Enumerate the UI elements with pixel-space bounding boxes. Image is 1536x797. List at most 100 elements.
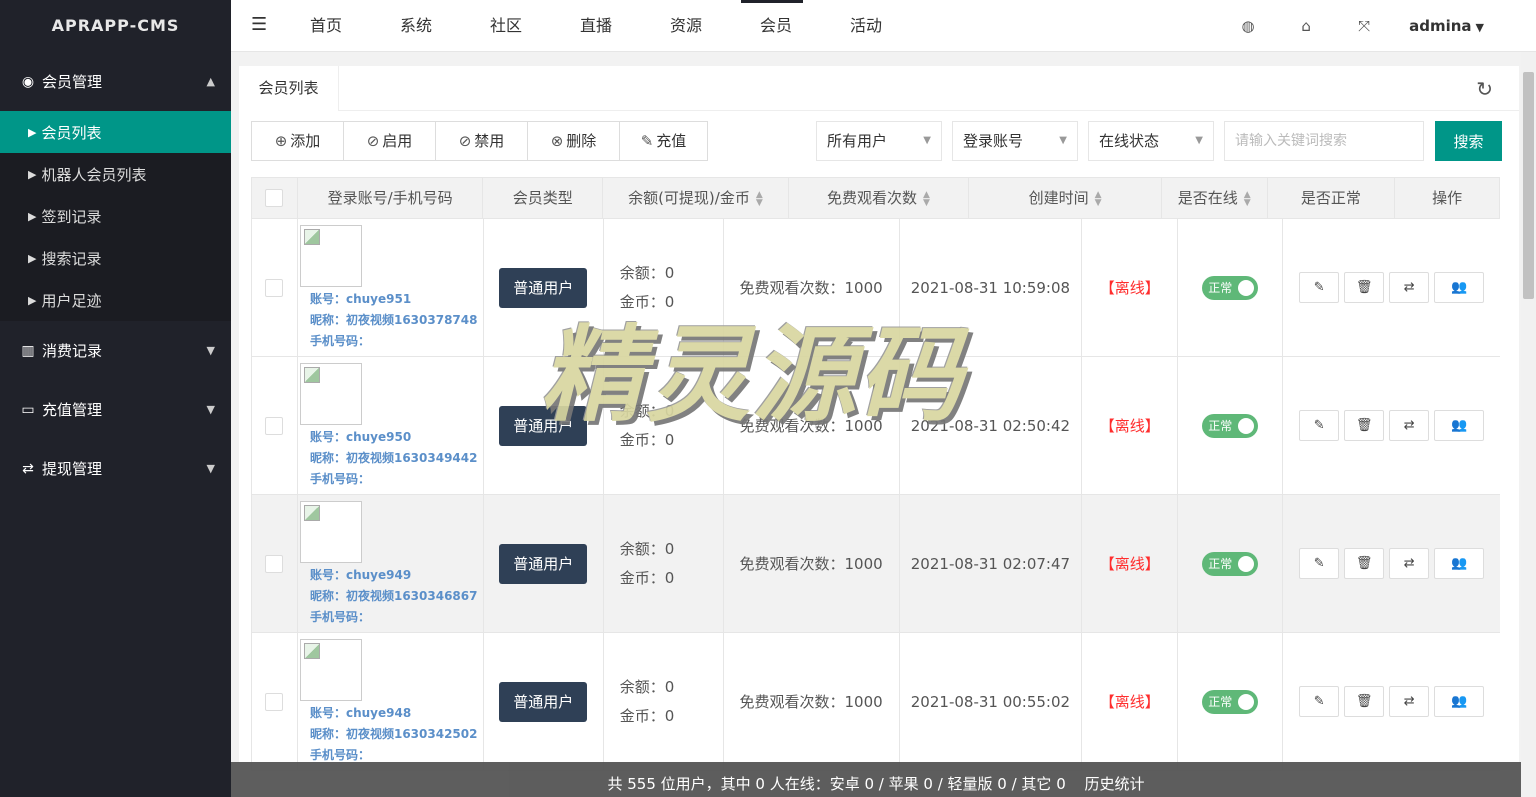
sort-icon[interactable]: ▲ ▼ [1244, 190, 1251, 207]
delete-row-button[interactable]: 🗑 [1344, 548, 1385, 579]
row-checkbox[interactable] [265, 278, 284, 297]
col-online[interactable]: 是否在线 ▲ ▼ [1162, 178, 1268, 218]
users-icon: 👥 [1451, 418, 1468, 433]
member-type-badge[interactable]: 普通用户 [499, 543, 588, 584]
nav-system[interactable]: 系统 [371, 0, 461, 52]
user-type-select[interactable]: 所有用户 ▼ [816, 121, 942, 161]
phone-key: 手机号码： [309, 472, 370, 486]
col-label: 操作 [1432, 189, 1463, 207]
sidebar-item-search-log[interactable]: ▶ 搜索记录 [0, 237, 231, 279]
table-row[interactable]: 账号：chuye949 昵称：初夜视频1630346867 手机号码： 普通用户… [251, 495, 1500, 633]
scrollbar-thumb[interactable] [1523, 72, 1534, 299]
disable-button[interactable]: ⊘ 禁用 [436, 122, 528, 160]
sidebar-item-member-list[interactable]: ▶ 会员列表 [0, 111, 231, 153]
team-button[interactable]: 👥 [1434, 548, 1485, 579]
status-toggle[interactable]: 正常 [1202, 689, 1259, 714]
row-checkbox[interactable] [265, 416, 284, 435]
edit-button[interactable]: ✎ [1299, 686, 1340, 717]
table-row[interactable]: 账号：chuye951 昵称：初夜视频1630378748 手机号码： 普通用户… [251, 219, 1500, 357]
sort-icon[interactable]: ▲ ▼ [1095, 190, 1102, 207]
sidebar-item-checkin[interactable]: ▶ 签到记录 [0, 195, 231, 237]
balance-key: 余额： [619, 539, 665, 558]
select-value: 所有用户 [827, 132, 888, 150]
table-row[interactable]: 账号：chuye950 昵称：初夜视频1630349442 手机号码： 普通用户… [251, 357, 1500, 495]
team-button[interactable]: 👥 [1434, 272, 1485, 303]
col-balance[interactable]: 余额(可提现)/金币 ▲ ▼ [603, 178, 789, 218]
member-type-badge[interactable]: 普通用户 [499, 267, 588, 308]
free-views-cell: 免费观看次数： 1000 [724, 633, 900, 770]
brand-logo[interactable]: APRAPP-CMS [0, 0, 231, 52]
nav-activity[interactable]: 活动 [821, 0, 911, 52]
coins-key: 金币： [619, 292, 665, 311]
nav-member[interactable]: 会员 [731, 0, 821, 52]
edit-button[interactable]: ✎ [1299, 272, 1340, 303]
team-button[interactable]: 👥 [1434, 686, 1485, 717]
nav-live[interactable]: 直播 [551, 0, 641, 52]
delete-row-button[interactable]: 🗑 [1344, 410, 1385, 441]
user-circle-icon: ◉ [21, 73, 35, 90]
edit-button[interactable]: ✎ [1299, 548, 1340, 579]
menu-toggle-icon[interactable]: ☰ [251, 14, 269, 36]
delete-button[interactable]: ⊗ 删除 [528, 122, 620, 160]
refresh-icon[interactable]: ↻ [1476, 77, 1493, 101]
delete-row-button[interactable]: 🗑 [1344, 272, 1385, 303]
sidebar-group-member[interactable]: ◉ 会员管理 ▲ [0, 52, 231, 111]
table-row[interactable]: 账号：chuye948 昵称：初夜视频1630342502 手机号码： 普通用户… [251, 633, 1500, 771]
transfer-button[interactable]: ⇄ [1389, 410, 1430, 441]
status-toggle[interactable]: 正常 [1202, 551, 1259, 576]
col-free-views[interactable]: 免费观看次数 ▲ ▼ [789, 178, 970, 218]
page-scrollbar[interactable] [1521, 52, 1536, 797]
nav-community[interactable]: 社区 [461, 0, 551, 52]
transfer-button[interactable]: ⇄ [1389, 686, 1430, 717]
sidebar-group-consumption[interactable]: ▥ 消费记录 ▼ [0, 321, 231, 380]
status-toggle[interactable]: 正常 [1202, 413, 1259, 438]
sidebar-item-footprint[interactable]: ▶ 用户足迹 [0, 279, 231, 321]
palette-icon[interactable]: ◍ [1219, 17, 1277, 35]
tag-icon[interactable]: ⌂ [1277, 17, 1335, 35]
coins-value: 0 [664, 430, 675, 449]
header-icons: ◍ ⌂ ⤧ admina ▼ [1219, 0, 1484, 52]
balance-value: 0 [664, 677, 675, 696]
transfer-button[interactable]: ⇄ [1389, 272, 1430, 303]
balance-value: 0 [664, 263, 675, 282]
col-created[interactable]: 创建时间 ▲ ▼ [969, 178, 1162, 218]
add-button[interactable]: ⊕ 添加 [252, 122, 344, 160]
nav-home[interactable]: 首页 [281, 0, 371, 52]
user-menu[interactable]: admina ▼ [1409, 17, 1484, 35]
fullscreen-icon[interactable]: ⤧ [1335, 17, 1393, 35]
account-field-select[interactable]: 登录账号 ▼ [952, 121, 1078, 161]
sidebar-group-withdraw[interactable]: ⇄ 提现管理 ▼ [0, 439, 231, 498]
member-type-badge[interactable]: 普通用户 [499, 681, 588, 722]
check-circle-icon: ⊘ [366, 132, 380, 150]
search-button[interactable]: 搜索 [1435, 121, 1502, 161]
search-input[interactable] [1224, 121, 1424, 161]
nav-resource[interactable]: 资源 [641, 0, 731, 52]
delete-row-button[interactable]: 🗑 [1344, 686, 1385, 717]
action-toolbar: ⊕ 添加 ⊘ 启用 ⊘ 禁用 ⊗ 删除 ✎ 充值 [251, 121, 708, 161]
enable-button[interactable]: ⊘ 启用 [344, 122, 436, 160]
online-status-select[interactable]: 在线状态 ▼ [1088, 121, 1214, 161]
tab-member-list[interactable]: 会员列表 [239, 66, 339, 111]
sort-icon[interactable]: ▲ ▼ [756, 190, 763, 207]
edit-button[interactable]: ✎ [1299, 410, 1340, 441]
balance-value: 0 [664, 539, 675, 558]
recharge-button[interactable]: ✎ 充值 [620, 122, 707, 160]
free-views-cell: 免费观看次数： 1000 [724, 495, 900, 632]
select-all-cell [252, 178, 298, 218]
sort-icon[interactable]: ▲ ▼ [923, 190, 930, 207]
enable-label: 启用 [382, 132, 413, 150]
member-type-badge[interactable]: 普通用户 [499, 405, 588, 446]
row-checkbox[interactable] [265, 554, 284, 573]
history-stats-link[interactable]: 历史统计 [1085, 775, 1145, 793]
pencil-icon: ✎ [1313, 694, 1325, 709]
coins-value: 0 [664, 706, 675, 725]
row-checkbox[interactable] [265, 692, 284, 711]
sidebar-item-robot-list[interactable]: ▶ 机器人会员列表 [0, 153, 231, 195]
sidebar-group-recharge[interactable]: ▭ 充值管理 ▼ [0, 380, 231, 439]
status-toggle[interactable]: 正常 [1202, 275, 1259, 300]
select-all-checkbox[interactable] [265, 189, 284, 207]
filter-bar: 所有用户 ▼ 登录账号 ▼ 在线状态 ▼ 搜索 [816, 121, 1502, 161]
team-button[interactable]: 👥 [1434, 410, 1485, 441]
phone-key: 手机号码： [309, 610, 370, 624]
transfer-button[interactable]: ⇄ [1389, 548, 1430, 579]
